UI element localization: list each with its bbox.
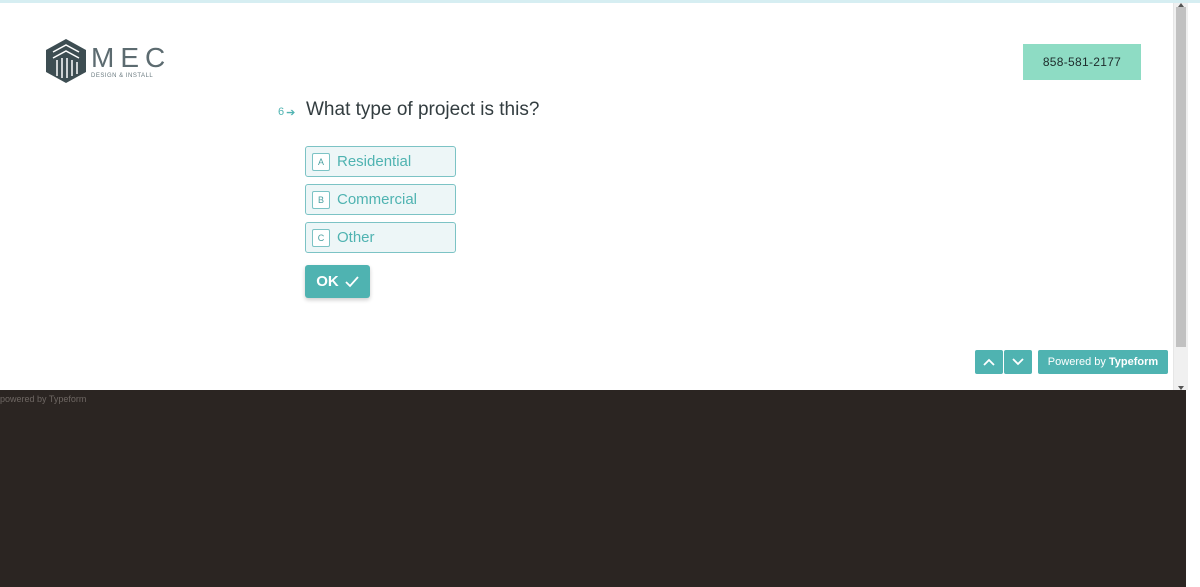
arrow-right-icon: ➔ [286,106,296,119]
question-number-value: 6 [278,106,285,118]
powered-prefix: Powered by [1047,356,1106,368]
next-question-button[interactable] [1004,350,1032,374]
hexagon-stripes-logo-icon [46,39,86,83]
page-scrollbar-track [1186,390,1200,587]
choice-label: Commercial [337,191,418,208]
question-number: 6 ➔ [278,106,306,119]
question-navigation [975,350,1032,374]
check-icon [345,275,359,287]
scrollbar-thumb[interactable] [1176,7,1186,347]
choice-key: A [312,152,330,171]
logo-subtitle: DESIGN & INSTALL [91,72,154,79]
phone-button[interactable]: 858-581-2177 [1023,44,1141,80]
vertical-scrollbar[interactable] [1173,3,1188,390]
question-block: 6 ➔ What type of project is this? [278,99,539,121]
choice-commercial[interactable]: B Commercial [305,184,456,215]
footer-powered-text[interactable]: powered by Typeform [0,394,86,404]
ok-button[interactable]: OK [305,265,370,298]
typeform-frame: MEC DESIGN & INSTALL 858-581-2177 6 ➔ Wh… [0,0,1200,390]
choice-other[interactable]: C Other [305,222,456,253]
chevron-up-icon [983,358,995,366]
chevron-down-icon [1012,358,1024,366]
scroll-down-arrow-icon[interactable] [1178,386,1184,390]
choice-key: C [312,228,330,247]
logo-title: MEC [91,41,172,73]
choice-residential[interactable]: A Residential [305,146,456,177]
question-text: What type of project is this? [306,99,540,120]
choice-key: B [312,190,330,209]
previous-question-button[interactable] [975,350,1003,374]
powered-by-typeform-button[interactable]: Powered by Typeform [1038,350,1168,374]
choice-list: A Residential B Commercial C Other [305,146,456,253]
choice-label: Residential [337,153,412,170]
choice-label: Other [337,229,375,246]
mec-logo: MEC DESIGN & INSTALL [45,38,171,84]
powered-brand: Typeform [1108,356,1159,368]
ok-label: OK [316,273,339,290]
